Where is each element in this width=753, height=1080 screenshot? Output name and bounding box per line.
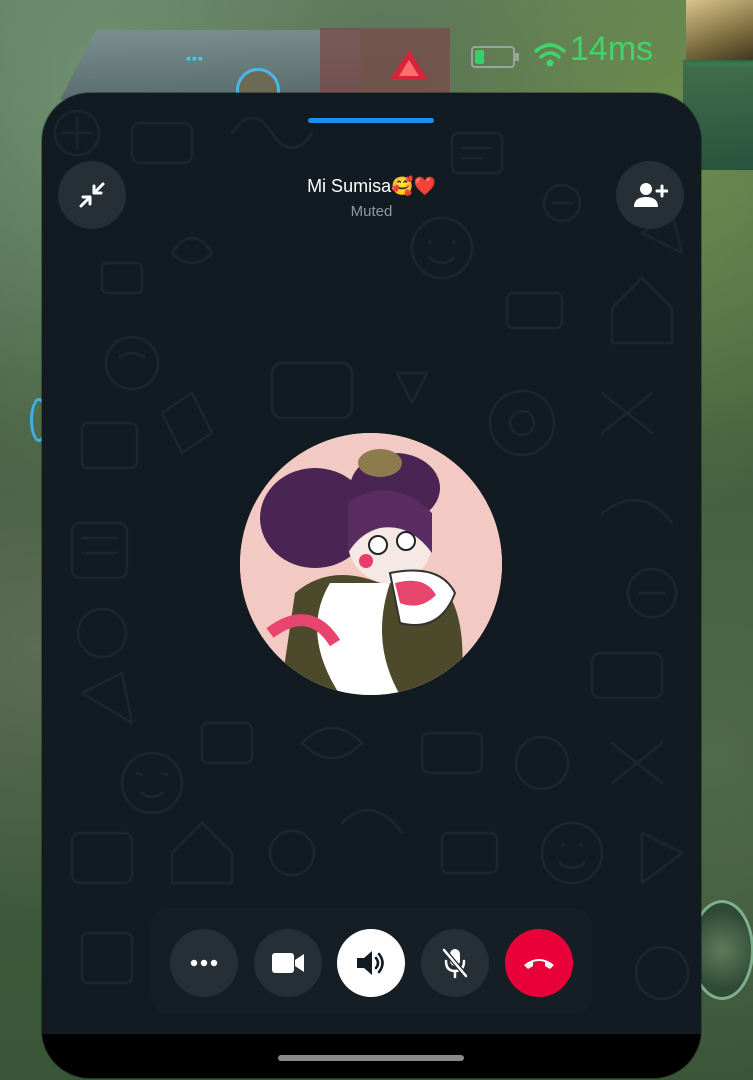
video-camera-icon	[272, 953, 304, 973]
game-hud: ▪▪▪ 14ms	[0, 0, 753, 170]
end-call-icon	[524, 959, 554, 969]
home-indicator[interactable]	[278, 1055, 464, 1061]
end-call-button[interactable]	[505, 929, 573, 997]
avatar-illustration	[240, 433, 502, 695]
contact-name: Mi Sumisa🥰❤️	[42, 176, 701, 197]
battery-level	[475, 50, 484, 64]
call-status: Muted	[350, 203, 393, 220]
drag-handle[interactable]	[308, 118, 434, 123]
speaker-icon	[357, 951, 384, 975]
more-options-button[interactable]	[170, 929, 238, 997]
battery-icon	[471, 46, 519, 68]
navigation-bar	[42, 1034, 701, 1078]
heart-emoji: ❤️	[413, 176, 436, 196]
microphone-off-icon	[441, 947, 469, 979]
more-options-icon	[190, 959, 218, 967]
enemy-portrait	[686, 0, 753, 66]
microphone-toggle-button[interactable]	[421, 929, 489, 997]
contact-name-text: Mi Sumisa	[307, 176, 392, 196]
speaker-toggle-button[interactable]	[337, 929, 405, 997]
contact-emoji: 🥰	[391, 176, 414, 196]
call-window: Mi Sumisa🥰❤️ Muted	[42, 93, 701, 1078]
game-structure	[60, 30, 360, 100]
video-toggle-button[interactable]	[254, 929, 322, 997]
enemy-alert-icon	[390, 50, 428, 80]
wifi-icon	[534, 43, 566, 67]
team-indicator-icon: ▪▪▪	[186, 50, 204, 66]
ping-readout: 14ms	[570, 30, 654, 68]
contact-avatar	[240, 433, 502, 695]
